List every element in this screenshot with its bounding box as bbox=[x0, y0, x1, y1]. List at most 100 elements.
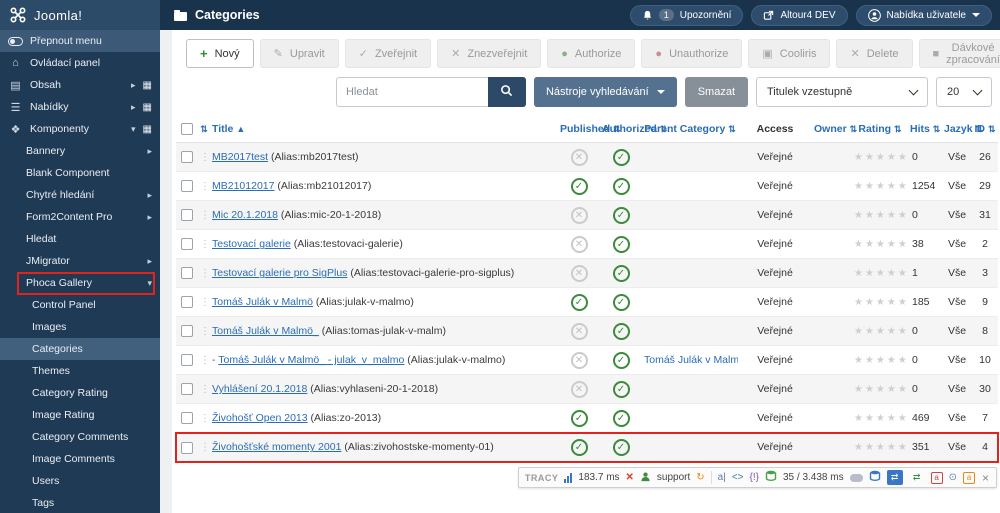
sidebar-item-hledat[interactable]: Hledat bbox=[0, 228, 160, 250]
row-checkbox[interactable] bbox=[181, 151, 193, 164]
search-button[interactable] bbox=[487, 77, 526, 107]
sidebar-item-users[interactable]: Users bbox=[0, 470, 160, 492]
sidebar-item-komponenty[interactable]: ❖ Komponenty ▾ ▦ bbox=[0, 118, 160, 140]
column-header-title[interactable]: Title ▲ bbox=[210, 117, 558, 144]
unpublished-x-icon[interactable]: ✕ bbox=[570, 148, 588, 166]
sidebar-item-phoca-gallery[interactable]: Phoca Gallery ▾ bbox=[0, 272, 160, 295]
column-ordering[interactable]: ⇅ bbox=[198, 117, 210, 144]
toolbar-nov-button[interactable]: + Nový bbox=[186, 39, 254, 68]
row-checkbox[interactable] bbox=[181, 209, 193, 222]
unpublished-x-icon[interactable]: ✕ bbox=[570, 235, 588, 253]
published-check-icon[interactable]: ✓ bbox=[570, 177, 588, 195]
timer-panel-icon[interactable]: ⊙ bbox=[949, 472, 957, 483]
site-preview-button[interactable]: Altour4 DEV bbox=[751, 4, 848, 26]
row-checkbox[interactable] bbox=[181, 412, 193, 425]
drag-handle-icon[interactable]: ⋮ bbox=[200, 268, 210, 279]
category-title-link[interactable]: Živohošťské momenty 2001 bbox=[212, 441, 341, 453]
row-checkbox[interactable] bbox=[181, 180, 193, 193]
authorized-check-icon[interactable]: ✓ bbox=[612, 235, 630, 253]
category-title-link[interactable]: MB2017test bbox=[212, 151, 268, 163]
authorized-check-icon[interactable]: ✓ bbox=[612, 322, 630, 340]
drag-handle-icon[interactable]: ⋮ bbox=[200, 413, 210, 424]
sidebar-item-p-epnout-menu[interactable]: Přepnout menu bbox=[0, 30, 160, 52]
sidebar-item-category-comments[interactable]: Category Comments bbox=[0, 426, 160, 448]
column-select-all[interactable] bbox=[176, 117, 198, 144]
drag-handle-icon[interactable]: ⋮ bbox=[200, 442, 210, 453]
column-header-hits[interactable]: Hits ⇅ bbox=[908, 117, 942, 144]
sidebar-item-ovl-dac-panel[interactable]: ⌂ Ovládací panel bbox=[0, 52, 160, 74]
sidebar-item-tags[interactable]: Tags bbox=[0, 492, 160, 513]
drag-handle-icon[interactable]: ⋮ bbox=[200, 326, 210, 337]
sidebar-item-form2content-pro[interactable]: Form2Content Pro ▸ bbox=[0, 206, 160, 228]
sidebar-item-category-rating[interactable]: Category Rating bbox=[0, 382, 160, 404]
drag-handle-icon[interactable]: ⋮ bbox=[200, 384, 210, 395]
clear-button[interactable]: Smazat bbox=[684, 77, 748, 107]
row-checkbox[interactable] bbox=[181, 325, 193, 338]
column-header-parent-category[interactable]: Parent Category ⇅ bbox=[642, 117, 738, 144]
authorized-check-icon[interactable]: ✓ bbox=[612, 148, 630, 166]
ajax-reload-icon[interactable]: ↻ bbox=[696, 472, 704, 483]
joomla-panel-icon[interactable]: ✕ bbox=[626, 472, 634, 483]
file-panel-icon[interactable]: a| bbox=[718, 472, 726, 483]
drag-handle-icon[interactable]: ⋮ bbox=[200, 210, 210, 221]
sidebar-item-themes[interactable]: Themes bbox=[0, 360, 160, 382]
search-tools-button[interactable]: Nástroje vyhledávání bbox=[533, 77, 677, 107]
published-check-icon[interactable]: ✓ bbox=[570, 409, 588, 427]
category-title-link[interactable]: Testovací galerie pro SigPlus bbox=[212, 267, 347, 279]
row-checkbox[interactable] bbox=[181, 354, 193, 367]
sidebar-item-nab-dky[interactable]: ☰ Nabídky ▸ ▦ bbox=[0, 96, 160, 118]
sidebar-item-obsah[interactable]: ▤ Obsah ▸ ▦ bbox=[0, 74, 160, 96]
database-blue-icon[interactable] bbox=[869, 470, 881, 485]
authorized-check-icon[interactable]: ✓ bbox=[612, 380, 630, 398]
column-header-rating[interactable]: Rating ⇅ bbox=[852, 117, 908, 144]
drag-handle-icon[interactable]: ⋮ bbox=[200, 297, 210, 308]
sidebar-item-jmigrator[interactable]: JMigrator ▸ bbox=[0, 250, 160, 272]
sidebar-item-bannery[interactable]: Bannery ▸ bbox=[0, 140, 160, 162]
drag-handle-icon[interactable]: ⋮ bbox=[200, 152, 210, 163]
list-limit-select[interactable]: 20 bbox=[936, 77, 992, 107]
language-panel-icon[interactable]: a bbox=[962, 471, 975, 484]
sort-select[interactable]: Titulek vzestupně bbox=[756, 77, 928, 107]
column-header-jazyk[interactable]: Jazyk ⇅ bbox=[942, 117, 983, 144]
authorized-check-icon[interactable]: ✓ bbox=[612, 438, 630, 456]
drag-handle-icon[interactable]: ⋮ bbox=[200, 355, 210, 366]
sidebar-item-categories[interactable]: Categories bbox=[0, 338, 160, 360]
parent-category-link[interactable]: Tomáš Julák v Malmö_ bbox=[644, 354, 738, 366]
row-checkbox[interactable] bbox=[181, 238, 193, 251]
authorized-check-icon[interactable]: ✓ bbox=[612, 206, 630, 224]
authorized-check-icon[interactable]: ✓ bbox=[612, 409, 630, 427]
column-header-id[interactable]: ID ⇅ bbox=[972, 117, 998, 144]
unpublished-x-icon[interactable]: ✕ bbox=[570, 322, 588, 340]
column-header-published[interactable]: Published ⇅ bbox=[558, 117, 621, 144]
tracy-close-button[interactable]: × bbox=[981, 471, 990, 485]
search-input[interactable] bbox=[335, 77, 488, 107]
sync-toggle-icon[interactable]: ⇄ bbox=[909, 470, 925, 485]
drag-handle-icon[interactable]: ⋮ bbox=[200, 181, 210, 192]
unpublished-x-icon[interactable]: ✕ bbox=[570, 351, 588, 369]
sidebar-item-image-comments[interactable]: Image Comments bbox=[0, 448, 160, 470]
user-menu-button[interactable]: Nabídka uživatele bbox=[855, 4, 992, 26]
authorized-check-icon[interactable]: ✓ bbox=[612, 293, 630, 311]
sidebar-item-chytr-hled-n[interactable]: Chytré hledání ▸ bbox=[0, 184, 160, 206]
notifications-button[interactable]: 1 Upozornění bbox=[629, 4, 744, 26]
drag-handle-icon[interactable]: ⋮ bbox=[200, 239, 210, 250]
select-all-checkbox[interactable] bbox=[181, 123, 193, 136]
category-title-link[interactable]: Vyhlášení 20.1.2018 bbox=[212, 383, 307, 395]
authorized-check-icon[interactable]: ✓ bbox=[612, 351, 630, 369]
category-title-link[interactable]: Tomáš Julák v Malmö bbox=[212, 296, 313, 308]
sidebar-item-image-rating[interactable]: Image Rating bbox=[0, 404, 160, 426]
session-panel-icon[interactable] bbox=[849, 473, 863, 482]
category-title-link[interactable]: Tomáš Julák v Malmö_ - julak_v_malmo bbox=[218, 354, 404, 366]
dump-panel-icon[interactable]: {!} bbox=[750, 472, 759, 483]
published-check-icon[interactable]: ✓ bbox=[570, 438, 588, 456]
column-header-owner[interactable]: Owner ⇅ bbox=[812, 117, 857, 144]
unpublished-x-icon[interactable]: ✕ bbox=[570, 264, 588, 282]
accessibility-panel-icon[interactable]: a bbox=[930, 471, 943, 484]
authorized-check-icon[interactable]: ✓ bbox=[612, 264, 630, 282]
sync-toggle-selected[interactable]: ⇄ bbox=[886, 470, 903, 485]
unpublished-x-icon[interactable]: ✕ bbox=[570, 380, 588, 398]
published-check-icon[interactable]: ✓ bbox=[570, 293, 588, 311]
column-header-authorized[interactable]: Authorized ⇅ bbox=[600, 117, 667, 144]
authorized-check-icon[interactable]: ✓ bbox=[612, 177, 630, 195]
category-title-link[interactable]: MB21012017 bbox=[212, 180, 274, 192]
